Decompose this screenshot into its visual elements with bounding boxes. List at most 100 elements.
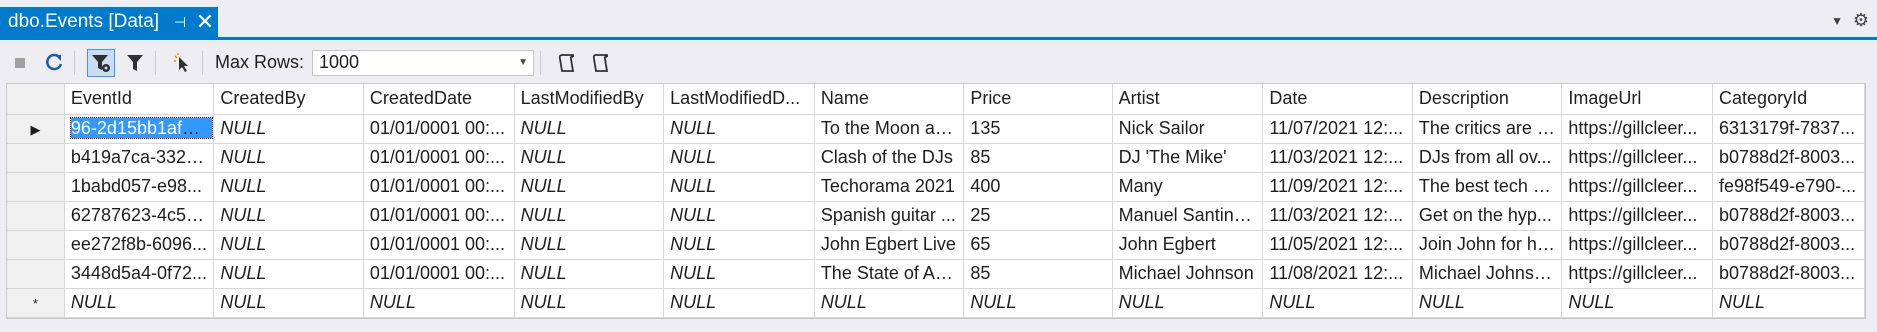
table-cell[interactable]: NULL — [814, 288, 965, 318]
table-cell[interactable]: Join John for hi... — [1412, 230, 1563, 260]
gear-icon[interactable]: ⚙ — [1853, 10, 1869, 31]
table-row[interactable]: ee272f8b-6096... NULL 01/01/0001 00:... NUL… — [7, 230, 1865, 260]
column-header[interactable]: CreatedDate — [363, 84, 515, 115]
table-cell[interactable]: NULL — [514, 172, 665, 202]
table-cell[interactable]: Michael Johnso... — [1412, 259, 1563, 289]
column-header[interactable]: Description — [1412, 84, 1563, 115]
column-header[interactable]: Price — [963, 84, 1113, 115]
table-row[interactable]: * NULL NULL NULL NULL NULL NULL NULL NULL NULL NUL… — [7, 288, 1865, 318]
table-cell[interactable]: 135 — [963, 114, 1113, 144]
table-cell[interactable]: NULL — [663, 259, 815, 289]
table-cell[interactable]: https://gillcleer... — [1561, 230, 1714, 260]
table-cell[interactable]: 01/01/0001 00:... — [363, 259, 515, 289]
table-cell[interactable]: NULL — [1262, 288, 1413, 318]
table-cell[interactable]: Michael Johnson — [1112, 259, 1264, 289]
column-header[interactable]: EventId — [64, 84, 215, 115]
table-cell[interactable]: 25 — [963, 201, 1113, 231]
table-cell[interactable]: 85 — [963, 143, 1113, 173]
table-cell[interactable]: NULL — [213, 114, 364, 144]
table-cell[interactable]: Many — [1112, 172, 1264, 202]
table-cell[interactable]: NULL — [514, 143, 665, 173]
table-cell[interactable]: fe98f549-e790-... — [1712, 172, 1865, 202]
table-cell[interactable]: 11/05/2021 12:... — [1262, 230, 1413, 260]
table-cell[interactable]: b0788d2f-8003... — [1712, 230, 1865, 260]
table-cell[interactable]: ee272f8b-6096... — [64, 230, 215, 260]
column-header[interactable]: Date — [1262, 84, 1413, 115]
table-cell[interactable]: b419a7ca-3321... — [64, 143, 215, 173]
script-button[interactable] — [553, 49, 581, 77]
table-row[interactable]: 1babd057-e98... NULL 01/01/0001 00:... NULL… — [7, 172, 1865, 202]
table-cell[interactable]: NULL — [514, 201, 665, 231]
table-cell[interactable]: NULL — [213, 259, 364, 289]
table-cell[interactable]: Get on the hyp... — [1412, 201, 1563, 231]
table-cell[interactable]: Clash of the DJs — [814, 143, 965, 173]
table-cell[interactable]: The critics are o... — [1412, 114, 1563, 144]
table-cell[interactable]: The best tech c... — [1412, 172, 1563, 202]
table-cell[interactable]: b0788d2f-8003... — [1712, 143, 1865, 173]
pin-icon[interactable]: ⊣ — [168, 14, 192, 31]
table-cell[interactable]: Manuel Santino... — [1112, 201, 1264, 231]
table-cell[interactable]: John Egbert — [1112, 230, 1264, 260]
table-cell[interactable]: 01/01/0001 00:... — [363, 201, 515, 231]
table-cell[interactable]: 01/01/0001 00:... — [363, 172, 515, 202]
table-cell[interactable]: NULL — [64, 288, 215, 318]
row-header[interactable] — [7, 259, 65, 289]
row-header[interactable] — [7, 172, 65, 202]
tab-list-dropdown-icon[interactable]: ▼ — [1831, 14, 1843, 28]
table-cell[interactable]: 3448d5a4-0f72... — [64, 259, 215, 289]
table-cell[interactable]: https://gillcleer... — [1561, 259, 1714, 289]
table-cell[interactable]: NULL — [663, 172, 815, 202]
script-export-button[interactable] — [587, 49, 615, 77]
table-cell[interactable]: NULL — [663, 114, 815, 144]
filter-button[interactable] — [121, 49, 149, 77]
column-header[interactable]: CategoryId — [1712, 84, 1865, 115]
table-cell[interactable]: NULL — [514, 259, 665, 289]
column-header[interactable]: ImageUrl — [1561, 84, 1714, 115]
table-cell[interactable]: 85 — [963, 259, 1113, 289]
stop-button[interactable] — [6, 49, 34, 77]
corner-header[interactable] — [7, 84, 65, 115]
table-cell[interactable]: 96-2d15bb1af299 — [64, 114, 215, 144]
table-cell[interactable]: Nick Sailor — [1112, 114, 1264, 144]
table-row[interactable]: b419a7ca-3321... NULL 01/01/0001 00:... NUL… — [7, 143, 1865, 173]
table-cell[interactable]: NULL — [663, 143, 815, 173]
results-grid[interactable]: EventId CreatedBy CreatedDate LastModifiedB… — [6, 83, 1866, 319]
table-cell[interactable]: NULL — [1412, 288, 1563, 318]
table-cell[interactable]: NULL — [514, 114, 665, 144]
row-header[interactable] — [7, 230, 65, 260]
table-row[interactable]: 62787623-4c52... NULL 01/01/0001 00:... NUL… — [7, 201, 1865, 231]
table-cell[interactable]: https://gillcleer... — [1561, 172, 1714, 202]
table-cell[interactable]: NULL — [363, 288, 515, 318]
table-cell[interactable]: John Egbert Live — [814, 230, 965, 260]
table-cell[interactable]: 62787623-4c52... — [64, 201, 215, 231]
table-cell[interactable]: NULL — [213, 230, 364, 260]
table-cell[interactable]: 11/03/2021 12:... — [1262, 143, 1413, 173]
row-header[interactable] — [7, 201, 65, 231]
close-icon[interactable]: ✕ — [192, 11, 218, 33]
table-cell[interactable]: NULL — [213, 172, 364, 202]
table-cell[interactable]: The State of Aff... — [814, 259, 965, 289]
column-header[interactable]: LastModifiedD... — [663, 84, 815, 115]
table-cell[interactable]: 65 — [963, 230, 1113, 260]
table-cell[interactable]: NULL — [213, 143, 364, 173]
table-cell[interactable]: https://gillcleer... — [1561, 143, 1714, 173]
column-header[interactable]: LastModifiedBy — [514, 84, 665, 115]
max-rows-select[interactable]: 1000 ▼ — [312, 49, 535, 76]
table-cell[interactable]: 6313179f-7837... — [1712, 114, 1865, 144]
table-cell[interactable]: https://gillcleer... — [1561, 114, 1714, 144]
table-cell[interactable]: Techorama 2021 — [814, 172, 965, 202]
table-cell[interactable]: b0788d2f-8003... — [1712, 201, 1865, 231]
cursor-button[interactable] — [168, 49, 196, 77]
table-row[interactable]: 3448d5a4-0f72... NULL 01/01/0001 00:... NUL… — [7, 259, 1865, 289]
column-header[interactable]: CreatedBy — [213, 84, 364, 115]
refresh-button[interactable] — [40, 49, 68, 77]
table-cell[interactable]: NULL — [514, 230, 665, 260]
table-cell[interactable]: NULL — [663, 230, 815, 260]
table-cell[interactable]: DJs from all ov... — [1412, 143, 1563, 173]
table-cell[interactable]: NULL — [963, 288, 1113, 318]
table-cell[interactable]: 11/09/2021 12:... — [1262, 172, 1413, 202]
table-cell[interactable]: Spanish guitar ... — [814, 201, 965, 231]
row-header[interactable]: * — [7, 288, 65, 318]
table-cell[interactable]: 01/01/0001 00:... — [363, 230, 515, 260]
table-cell[interactable]: 11/07/2021 12:... — [1262, 114, 1413, 144]
